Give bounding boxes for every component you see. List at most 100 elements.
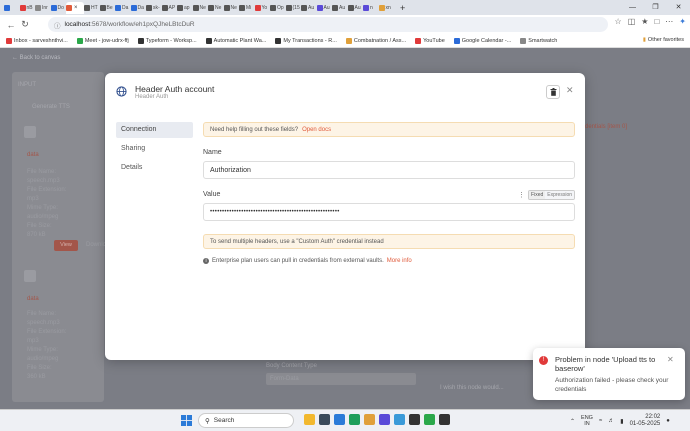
browser-tab[interactable]: Be xyxy=(100,2,116,14)
bookmark-item[interactable]: YouTube xyxy=(415,38,445,44)
tab-label: sk- xyxy=(153,5,160,11)
taskbar-app-icon[interactable] xyxy=(379,414,390,425)
bookmark-label: Typeform - Worksp... xyxy=(146,38,197,44)
browser-tab[interactable]: Ne xyxy=(208,2,224,14)
browser-tab[interactable]: n xyxy=(363,2,379,14)
tab-favicon-icon xyxy=(177,5,183,11)
expression-option[interactable]: Expression xyxy=(545,191,574,199)
windows-start-icon[interactable] xyxy=(181,415,192,426)
taskbar-search[interactable]: ⚲ Search xyxy=(198,413,294,428)
bookmark-item[interactable]: Typeform - Worksp... xyxy=(138,38,197,44)
tab-favicon-icon xyxy=(84,5,90,11)
sidebar-item-connection[interactable]: Connection xyxy=(116,122,193,138)
split-screen-icon[interactable]: ◫ xyxy=(628,17,636,26)
taskbar-app-icon[interactable] xyxy=(439,414,450,425)
bookmark-item[interactable]: My Transactions - R... xyxy=(275,38,337,44)
delete-credential-button[interactable] xyxy=(546,85,560,99)
sidebar-item-sharing[interactable]: Sharing xyxy=(116,141,193,157)
form-data-select[interactable]: Form-Data xyxy=(266,373,416,385)
browser-tab[interactable]: Ne xyxy=(224,2,240,14)
taskbar-app-icon[interactable] xyxy=(364,414,375,425)
browser-tab[interactable]: ap xyxy=(177,2,193,14)
taskbar-app-icon[interactable] xyxy=(394,414,405,425)
tab-label: nB xyxy=(27,5,33,11)
browser-tab[interactable]: Mi xyxy=(239,2,255,14)
browser-tab[interactable]: Au xyxy=(317,2,333,14)
modal-title: Header Auth account xyxy=(135,84,214,94)
url-field[interactable]: ⓘ localhost:5678/workflow/eh1pxQJheLBtcD… xyxy=(48,17,608,32)
bookmark-item[interactable]: Inbox - sarveshnthvi... xyxy=(6,38,68,44)
taskbar-app-icon[interactable] xyxy=(334,414,345,425)
back-arrow-icon[interactable]: ← xyxy=(4,20,18,30)
item-index-badge-2 xyxy=(24,270,36,282)
tab-close-icon[interactable]: × xyxy=(74,5,78,11)
reload-icon[interactable]: ↻ xyxy=(18,19,32,30)
clock[interactable]: 22:02 01-05-2025 xyxy=(630,414,661,428)
browser-tab[interactable]: AP xyxy=(162,2,178,14)
taskbar-app-icon[interactable] xyxy=(409,414,420,425)
browser-tab[interactable] xyxy=(4,2,20,14)
value-password-input[interactable]: ••••••••••••••••••••••••••••••••••••••••… xyxy=(203,203,575,221)
browser-tab[interactable]: Da xyxy=(131,2,147,14)
browser-tab[interactable]: Ne xyxy=(193,2,209,14)
browser-tab[interactable]: Yo xyxy=(255,2,271,14)
taskbar-app-icon[interactable] xyxy=(304,414,315,425)
taskbar-app-icon[interactable] xyxy=(349,414,360,425)
maximize-icon[interactable]: ❐ xyxy=(644,0,667,15)
browser-tab[interactable]: (15 xyxy=(286,2,302,14)
chevron-up-icon[interactable]: ⌃ xyxy=(570,418,575,425)
tab-favicon-icon xyxy=(317,5,323,11)
bookmark-item[interactable]: Smartwatch xyxy=(520,38,557,44)
copilot-icon[interactable]: ✦ xyxy=(679,17,686,26)
favorites-icon[interactable]: ★ xyxy=(641,17,648,26)
info-icon[interactable]: ⓘ xyxy=(54,20,61,30)
browser-tab[interactable]: nB xyxy=(20,2,36,14)
other-favorites[interactable]: ▮ Other favorites xyxy=(643,37,684,43)
sidebar-item-details[interactable]: Details xyxy=(116,160,193,176)
bookmark-favicon-icon xyxy=(415,38,421,44)
fixed-option[interactable]: Fixed xyxy=(529,191,545,199)
tab-favicon-icon xyxy=(193,5,199,11)
bookmark-item[interactable]: Meet - jow-udrx-ffj xyxy=(77,38,129,44)
taskbar-app-icon[interactable] xyxy=(424,414,435,425)
windows-taskbar: ⚲ Search ⌃ ENG IN ≈ ♬ ▮ 22:02 01-05-2025… xyxy=(0,409,690,431)
browser-tab[interactable]: Inr xyxy=(35,2,51,14)
taskbar-app-icon[interactable] xyxy=(319,414,330,425)
name-input[interactable]: Authorization xyxy=(203,161,575,179)
options-icon[interactable]: ⋮ xyxy=(518,191,525,199)
toast-close-icon[interactable]: ✕ xyxy=(667,355,674,364)
star-icon[interactable]: ☆ xyxy=(615,17,622,26)
fixed-expression-toggle[interactable]: Fixed Expression xyxy=(528,190,575,200)
browser-tab[interactable]: Au xyxy=(301,2,317,14)
new-tab-button[interactable]: + xyxy=(400,3,405,13)
wifi-icon[interactable]: ≈ xyxy=(599,418,602,424)
file-detail-line: mp3 xyxy=(27,195,66,204)
browser-tab[interactable]: Do xyxy=(51,2,67,14)
bookmark-item[interactable]: Combatnation / Ass... xyxy=(346,38,406,44)
volume-icon[interactable]: ♬ xyxy=(608,418,614,424)
close-window-icon[interactable]: ✕ xyxy=(667,0,690,15)
close-modal-icon[interactable]: ✕ xyxy=(566,85,574,96)
multi-header-text: To send multiple headers, use a "Custom … xyxy=(210,239,384,245)
bookmark-item[interactable]: Automatic Plant Wa... xyxy=(206,38,267,44)
browser-tab[interactable]: Op xyxy=(270,2,286,14)
download-button[interactable]: Downlo xyxy=(86,242,106,248)
browser-tab[interactable]: xn xyxy=(379,2,395,14)
browser-tab[interactable]: sk- xyxy=(146,2,162,14)
collections-icon[interactable]: □ xyxy=(654,17,659,26)
more-info-link[interactable]: More info xyxy=(387,258,412,264)
language-indicator[interactable]: ENG IN xyxy=(581,415,593,427)
more-icon[interactable]: ⋯ xyxy=(665,17,673,26)
browser-tab[interactable]: Au xyxy=(348,2,364,14)
minimize-icon[interactable]: — xyxy=(621,0,644,15)
browser-tab[interactable]: × xyxy=(66,2,84,14)
notification-bell-icon[interactable]: ● xyxy=(666,418,670,424)
view-button[interactable]: View xyxy=(54,240,78,251)
bookmark-item[interactable]: Google Calendar -... xyxy=(454,38,512,44)
browser-tab[interactable]: Au xyxy=(332,2,348,14)
open-docs-link[interactable]: Open docs xyxy=(302,127,331,133)
back-to-canvas-link[interactable]: ← Back to canvas xyxy=(12,55,60,61)
browser-tab[interactable]: HT xyxy=(84,2,100,14)
battery-icon[interactable]: ▮ xyxy=(620,418,623,425)
browser-tab[interactable]: Da xyxy=(115,2,131,14)
